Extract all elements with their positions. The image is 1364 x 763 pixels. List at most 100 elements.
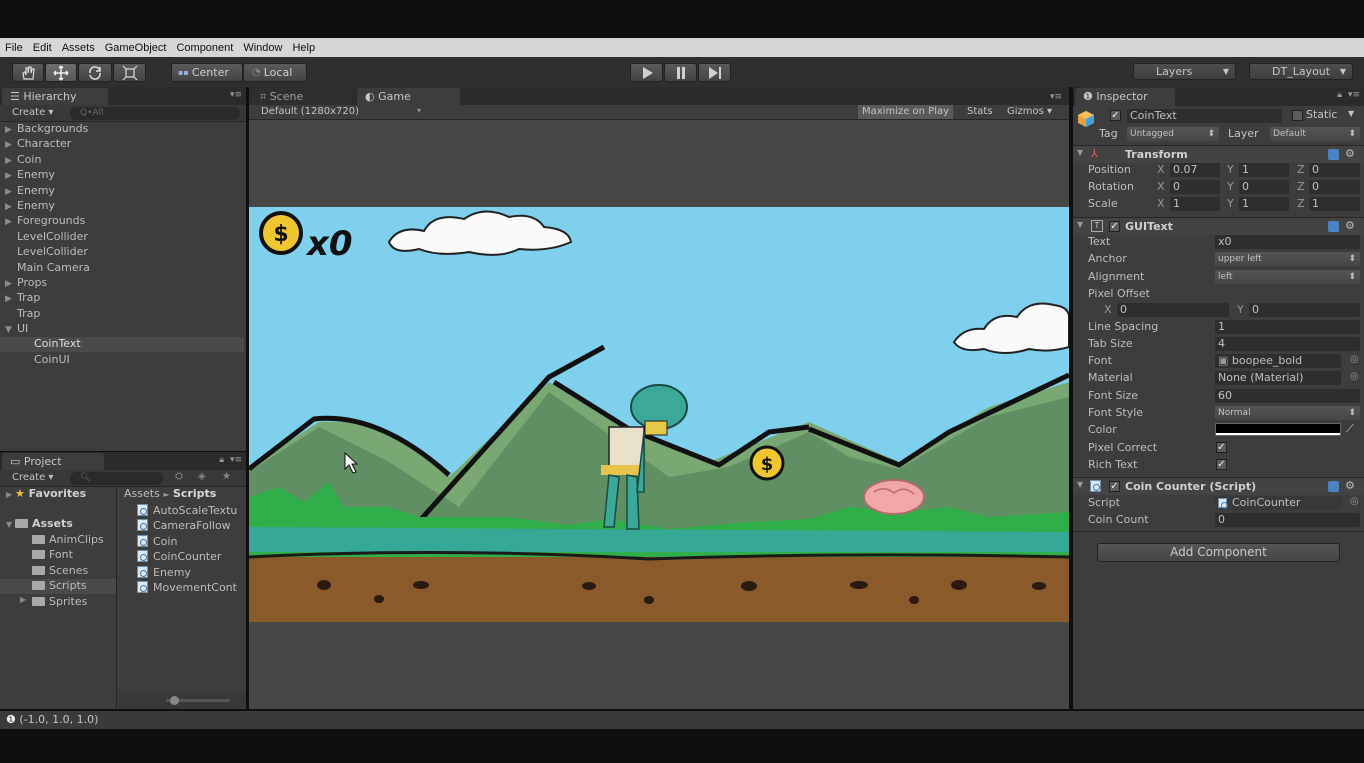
project-search-input[interactable]: 🔍︎	[70, 472, 163, 485]
expand-arrow-icon[interactable]: ▶	[5, 279, 17, 289]
tag-dropdown[interactable]: Untagged ⬍	[1127, 127, 1219, 141]
hierarchy-item[interactable]: ▶ Enemy	[5, 168, 55, 183]
filter-label-icon[interactable]: ◈	[198, 471, 206, 482]
hierarchy-item-cointext[interactable]: CoinText	[0, 337, 244, 352]
static-dropdown-icon[interactable]: ▼	[1348, 109, 1354, 118]
help-book-icon[interactable]	[1328, 481, 1339, 492]
expand-arrow-icon[interactable]: ▼	[5, 325, 17, 335]
lock-icon[interactable]: 🔒︎	[1337, 90, 1342, 100]
font-style-dropdown[interactable]: Normal ⬍	[1215, 406, 1360, 420]
project-folder-scenes[interactable]: Scenes	[0, 564, 116, 579]
material-object-field[interactable]: None (Material)	[1215, 371, 1341, 385]
hierarchy-item[interactable]: ▼ UI	[5, 322, 28, 337]
lock-icon[interactable]: 🔒︎	[219, 455, 224, 465]
expand-arrow-icon[interactable]: ▶	[5, 125, 17, 135]
hierarchy-item[interactable]: ▶ Enemy	[5, 184, 55, 199]
offset-y-input[interactable]: 0	[1249, 303, 1360, 317]
project-create-button[interactable]: Create ▾	[12, 472, 53, 483]
coin-counter-enabled-checkbox[interactable]: ✓	[1109, 481, 1120, 492]
expand-arrow-icon[interactable]: ▶	[5, 140, 17, 150]
object-picker-icon[interactable]: ◎	[1350, 496, 1359, 507]
breadcrumb-current[interactable]: Scripts	[173, 487, 216, 500]
font-size-input[interactable]: 60	[1215, 389, 1360, 403]
expand-arrow-icon[interactable]: ▶	[5, 202, 17, 212]
object-picker-icon[interactable]: ◎	[1350, 354, 1359, 365]
hierarchy-item[interactable]: LevelCollider	[5, 230, 88, 245]
anchor-dropdown[interactable]: upper left ⬍	[1215, 252, 1360, 266]
scale-y-input[interactable]: 1	[1239, 197, 1289, 211]
assets-folder[interactable]: ▼ Assets	[6, 517, 73, 532]
scale-x-axis-label[interactable]: X	[1157, 197, 1165, 210]
gizmos-toggle[interactable]: Gizmos ▾	[1007, 106, 1052, 117]
eyedropper-icon[interactable]: ⟋	[1346, 422, 1354, 436]
position-y-axis-label[interactable]: Y	[1227, 163, 1234, 176]
menu-gameobject[interactable]: GameObject	[105, 42, 167, 54]
panel-menu-icon[interactable]: ▾≡	[1348, 90, 1360, 100]
hierarchy-item[interactable]: ▶ Character	[5, 137, 71, 152]
help-book-icon[interactable]	[1328, 221, 1339, 232]
menu-edit[interactable]: Edit	[33, 42, 52, 54]
panel-menu-icon[interactable]: ▾≡	[1050, 92, 1062, 102]
menu-help[interactable]: Help	[292, 42, 315, 54]
pivot-rotation-button[interactable]: ◔ Local	[243, 63, 307, 82]
hierarchy-item-coinui[interactable]: CoinUI	[5, 353, 70, 368]
guitext-header[interactable]: ▼ T ✓ GUIText ⚙	[1073, 217, 1364, 235]
collapse-arrow-icon[interactable]: ▼	[1077, 480, 1083, 489]
project-folder-sprites[interactable]: ▶ Sprites	[0, 595, 116, 610]
rotation-z-axis-label[interactable]: Z	[1297, 180, 1305, 193]
maximize-on-play-toggle[interactable]: Maximize on Play	[858, 105, 954, 119]
tab-hierarchy[interactable]: ☰ Hierarchy	[2, 88, 108, 106]
tab-project[interactable]: ▭ Project	[2, 453, 104, 471]
menu-window[interactable]: Window	[243, 42, 282, 54]
expand-arrow-icon[interactable]: ▶	[5, 187, 17, 197]
hierarchy-search-input[interactable]: Q•All	[70, 107, 240, 120]
hierarchy-item[interactable]: ▶ Trap	[5, 291, 40, 306]
scale-z-input[interactable]: 1	[1309, 197, 1360, 211]
game-canvas[interactable]: $ $ x0	[249, 207, 1069, 622]
collapse-arrow-icon[interactable]: ▼	[1077, 220, 1083, 229]
rotation-z-input[interactable]: 0	[1309, 180, 1360, 194]
expand-arrow-icon[interactable]: ▶	[5, 156, 17, 166]
guitext-enabled-checkbox[interactable]: ✓	[1109, 221, 1120, 232]
coin-counter-header[interactable]: ▼ ✓ Coin Counter (Script) ⚙	[1073, 477, 1364, 495]
breadcrumb-root[interactable]: Assets	[124, 487, 160, 500]
rotation-x-axis-label[interactable]: X	[1157, 180, 1165, 193]
project-folder-scripts[interactable]: Scripts	[0, 579, 116, 595]
slider-thumb[interactable]	[170, 696, 179, 705]
pixel-correct-checkbox[interactable]: ✓	[1216, 442, 1227, 453]
hierarchy-create-button[interactable]: Create ▾	[12, 107, 53, 118]
static-checkbox[interactable]	[1292, 110, 1303, 121]
gameobject-active-checkbox[interactable]: ✓	[1110, 110, 1121, 121]
tab-size-input[interactable]: 4	[1215, 337, 1360, 351]
rotation-y-input[interactable]: 0	[1239, 180, 1289, 194]
color-swatch[interactable]	[1215, 423, 1341, 436]
scale-z-axis-label[interactable]: Z	[1297, 197, 1305, 210]
script-file-item[interactable]: Enemy	[137, 565, 246, 581]
object-picker-icon[interactable]: ◎	[1350, 371, 1359, 382]
script-file-item[interactable]: CoinCounter	[137, 550, 246, 565]
collapse-arrow-icon[interactable]: ▼	[1077, 148, 1083, 157]
component-gear-icon[interactable]: ⚙	[1345, 479, 1355, 492]
hierarchy-item[interactable]: LevelCollider	[5, 245, 88, 260]
expand-arrow-icon[interactable]: ▶	[5, 171, 17, 181]
position-x-input[interactable]: 0.07	[1170, 163, 1220, 177]
scale-tool-button[interactable]	[113, 63, 146, 82]
panel-menu-icon[interactable]: ▾≡	[230, 455, 242, 465]
expand-arrow-icon[interactable]: ▶	[20, 595, 26, 604]
script-file-item[interactable]: Coin	[137, 534, 246, 550]
alignment-dropdown[interactable]: left ⬍	[1215, 270, 1360, 284]
stats-toggle[interactable]: Stats	[967, 106, 993, 117]
move-tool-button[interactable]	[45, 63, 77, 82]
menu-file[interactable]: File	[5, 42, 23, 54]
panel-menu-icon[interactable]: ▾≡	[230, 90, 242, 100]
font-object-field[interactable]: ▣ boopee_bold	[1215, 354, 1341, 368]
menu-component[interactable]: Component	[176, 42, 233, 54]
favorite-star-icon[interactable]: ★	[222, 471, 231, 482]
hierarchy-item[interactable]: Trap	[5, 307, 40, 322]
gameobject-name-input[interactable]: CoinText	[1127, 109, 1282, 123]
tab-inspector[interactable]: ❶ Inspector	[1075, 88, 1175, 106]
hierarchy-item[interactable]: ▶ Coin	[5, 153, 41, 168]
hierarchy-item[interactable]: ▶ Enemy	[5, 199, 55, 214]
component-gear-icon[interactable]: ⚙	[1345, 219, 1355, 232]
hierarchy-item[interactable]: Main Camera	[5, 261, 90, 276]
